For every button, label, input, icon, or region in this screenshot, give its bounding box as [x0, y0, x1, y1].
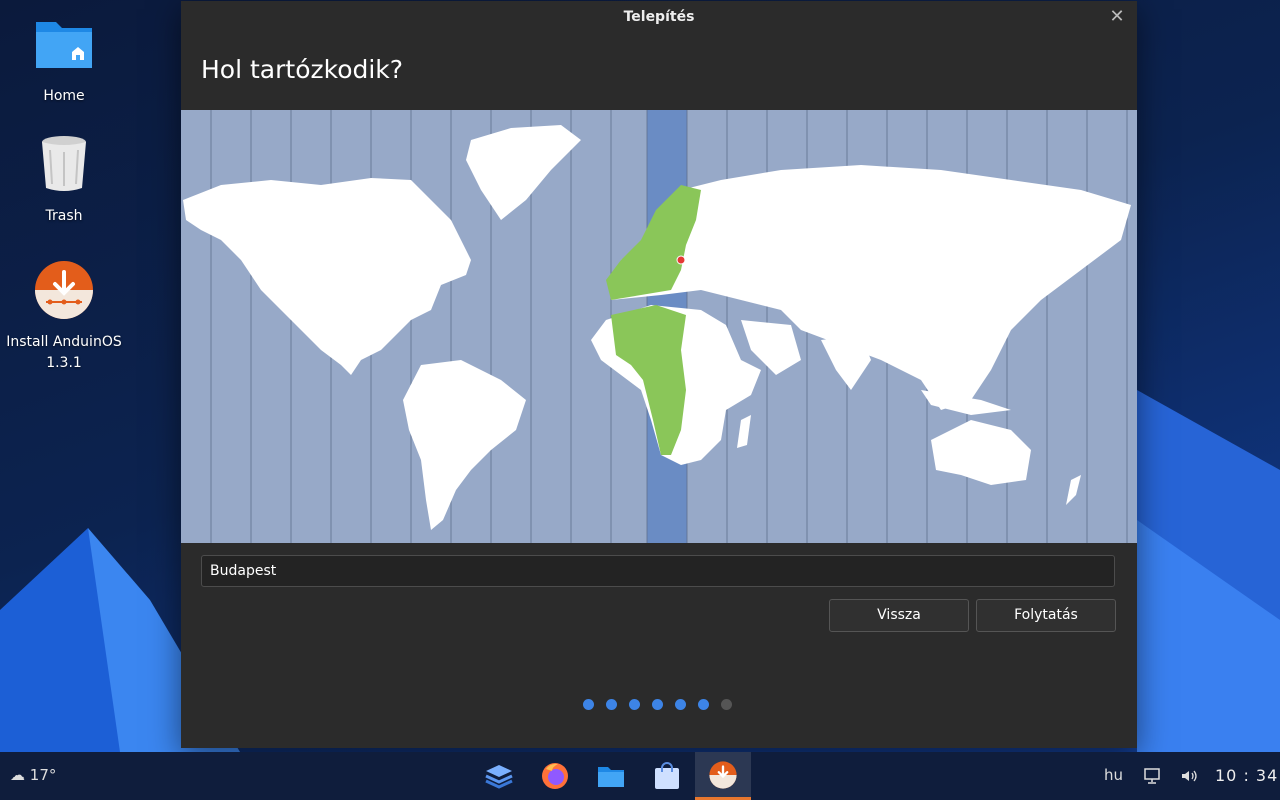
task-app-firefox[interactable]: [527, 752, 583, 800]
desktop-home-label: Home: [43, 88, 85, 104]
progress-dot: [721, 699, 732, 710]
task-app-installer[interactable]: [695, 752, 751, 800]
back-button[interactable]: Vissza: [829, 599, 969, 632]
weather-widget[interactable]: ☁ 17°: [10, 766, 56, 784]
clock[interactable]: 10 : 34: [1215, 766, 1278, 785]
window-titlebar[interactable]: Telepítés ✕: [181, 1, 1137, 33]
network-icon[interactable]: [1143, 766, 1163, 786]
window-title: Telepítés: [623, 9, 695, 25]
close-icon[interactable]: ✕: [1107, 7, 1127, 27]
firefox-icon: [542, 763, 568, 789]
progress-dots: [583, 695, 744, 710]
task-app-store[interactable]: [639, 752, 695, 800]
files-icon: [598, 767, 624, 787]
progress-dot: [675, 699, 686, 710]
weather-temp: 17°: [29, 766, 57, 784]
progress-dot: [652, 699, 663, 710]
progress-dot: [629, 699, 640, 710]
task-app-files[interactable]: [583, 752, 639, 800]
page-title: Hol tartózkodik?: [201, 55, 404, 84]
cloud-icon: ☁: [10, 766, 25, 784]
store-icon: [655, 762, 679, 789]
location-marker: [676, 255, 686, 265]
progress-dot: [583, 699, 594, 710]
desktop-installer-label: Install AnduinOS 1.3.1: [6, 334, 122, 371]
progress-dot: [606, 699, 617, 710]
continue-button[interactable]: Folytatás: [976, 599, 1116, 632]
desktop-home[interactable]: Home: [0, 12, 128, 107]
taskbar: ☁ 17° hu 10: 34: [0, 752, 1280, 800]
desktop-trash-label: Trash: [45, 208, 83, 224]
desktop-trash[interactable]: Trash: [0, 132, 128, 227]
installer-icon: [709, 760, 737, 789]
keyboard-layout[interactable]: hu: [1104, 766, 1123, 784]
timezone-map[interactable]: [181, 110, 1137, 543]
desktop-installer[interactable]: Install AnduinOS 1.3.1: [0, 258, 128, 374]
city-input[interactable]: [201, 555, 1115, 587]
task-app-layers[interactable]: [471, 752, 527, 800]
installer-icon: [35, 261, 93, 319]
progress-dot: [698, 699, 709, 710]
trash-icon: [42, 136, 86, 191]
folder-home-icon: [36, 22, 92, 68]
installer-window: Telepítés ✕ Hol tartózkodik? Budapest Vi…: [181, 1, 1137, 748]
volume-icon[interactable]: [1179, 766, 1199, 786]
layers-icon: [485, 765, 513, 789]
